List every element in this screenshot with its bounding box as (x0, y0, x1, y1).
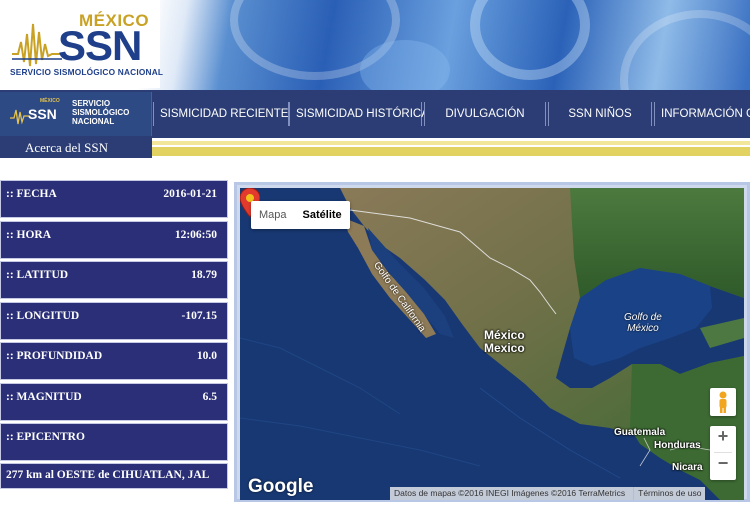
gold-divider-thin (152, 141, 750, 145)
seismograph-icon (12, 23, 62, 67)
header-banner: MÉXICO SSN SERVICIO SISMOLÓGICO NACIONAL (0, 0, 750, 90)
nav-item-divulgacion[interactable]: DIVULGACIÓN (424, 102, 546, 126)
row-label: :: FECHA (6, 188, 57, 200)
nav-item-sismicidad-reciente[interactable]: SISMICIDAD RECIENTE (153, 102, 289, 126)
seismograph-icon (10, 109, 30, 125)
row-value: 10.0 (196, 350, 217, 362)
nav-item-ssn-ninos[interactable]: SSN NIÑOS (548, 102, 652, 126)
row-hora: :: HORA 12:06:50 (0, 221, 228, 259)
row-value: 18.79 (191, 269, 217, 281)
terms-of-use-link[interactable]: Términos de uso (633, 487, 701, 500)
row-epicenter-location: 277 km al OESTE de CIHUATLAN, JAL (0, 463, 228, 489)
label-country-mexico: México Mexico (484, 328, 525, 355)
row-longitud: :: LONGITUD -107.15 (0, 302, 228, 340)
gold-divider (152, 147, 750, 156)
row-magnitud: :: MAGNITUD 6.5 (0, 383, 228, 421)
mini-logo-acronym: SSN (28, 106, 57, 122)
map-type-control: Mapa Satélite (251, 201, 350, 229)
zoom-in-button[interactable]: + (710, 426, 736, 452)
row-label: :: LONGITUD (6, 310, 80, 322)
epicenter-text: 277 km al OESTE de CIHUATLAN, JAL (6, 469, 210, 481)
label-nicaragua: Nicara (672, 462, 703, 473)
row-latitud: :: LATITUD 18.79 (0, 261, 228, 299)
label-guatemala: Guatemala (614, 427, 666, 438)
map-type-map-button[interactable]: Mapa (251, 201, 295, 229)
google-logo[interactable]: Google (248, 476, 313, 498)
label-gulf-of-mexico: Golfo de México (624, 312, 662, 334)
map-type-satellite-button[interactable]: Satélite (295, 201, 350, 229)
mini-logo-name: SERVICIO SISMOLÓGICO NACIONAL (72, 99, 130, 126)
row-value: 2016-01-21 (163, 188, 217, 200)
row-label: :: EPICENTRO (6, 431, 85, 443)
row-value: -107.15 (181, 310, 217, 322)
nav-item-sismicidad-historica[interactable]: SISMICIDAD HISTÓRICA (289, 102, 429, 126)
row-fecha: :: FECHA 2016-01-21 (0, 180, 228, 218)
row-value: 6.5 (202, 391, 217, 403)
nav-item-informacion-general[interactable]: INFORMACIÓN GE (654, 102, 750, 126)
row-label: :: HORA (6, 229, 52, 241)
zoom-control: + − (710, 426, 736, 480)
logo-acronym: SSN (58, 22, 142, 69)
attribution-text: Datos de mapas ©2016 INEGI Imágenes ©201… (394, 488, 626, 498)
nav-menu: SISMICIDAD RECIENTE SISMICIDAD HISTÓRICA… (153, 102, 750, 126)
main-navbar: MÉXICO SSN SERVICIO SISMOLÓGICO NACIONAL… (0, 90, 750, 138)
nav-mini-logo[interactable]: MÉXICO SSN SERVICIO SISMOLÓGICO NACIONAL (0, 92, 152, 136)
logo-subtitle: SERVICIO SISMOLÓGICO NACIONAL (10, 67, 164, 77)
row-label: :: LATITUD (6, 269, 69, 281)
zoom-out-button[interactable]: − (710, 453, 736, 479)
mini-logo-country: MÉXICO (40, 98, 60, 104)
pegman-icon (719, 391, 727, 413)
row-epicentro: :: EPICENTRO (0, 423, 228, 461)
about-ssn-link[interactable]: Acerca del SSN (0, 138, 152, 158)
row-label: :: PROFUNDIDAD (6, 350, 103, 362)
ssn-logo[interactable]: MÉXICO SSN SERVICIO SISMOLÓGICO NACIONAL (0, 0, 164, 88)
row-label: :: MAGNITUD (6, 391, 82, 403)
satellite-map[interactable]: Golfo de California Golfo de México Méxi… (240, 188, 744, 500)
map-frame: Golfo de California Golfo de México Méxi… (234, 182, 750, 502)
label-honduras: Honduras (654, 440, 701, 451)
row-profundidad: :: PROFUNDIDAD 10.0 (0, 342, 228, 380)
map-attribution: Datos de mapas ©2016 INEGI Imágenes ©201… (390, 487, 706, 500)
street-view-pegman-button[interactable] (710, 388, 736, 416)
row-value: 12:06:50 (174, 229, 217, 241)
